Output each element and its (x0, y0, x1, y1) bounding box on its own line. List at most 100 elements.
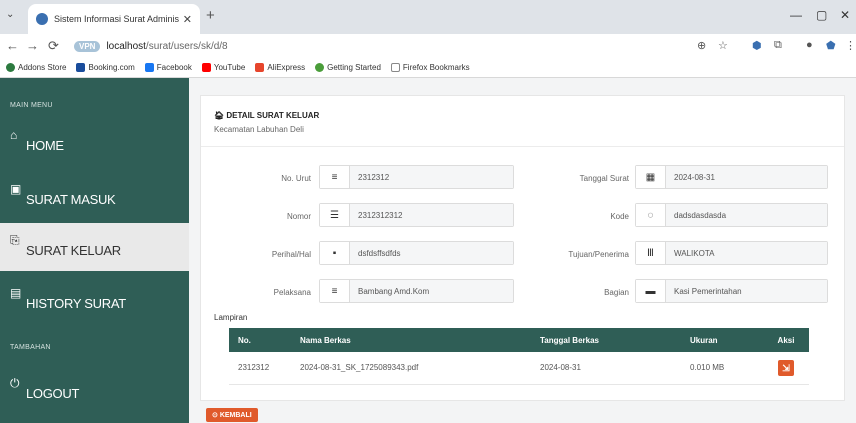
cell-aksi: ⇲ (763, 352, 809, 385)
bookmark-booking[interactable]: Booking.com (76, 63, 135, 72)
pelaksana-label: Pelaksana (273, 288, 311, 297)
bagian-value: Kasi Pemerintahan (666, 280, 827, 302)
bookmark-youtube[interactable]: YouTube (201, 63, 246, 72)
open-pdf-icon[interactable]: ⇲ (778, 359, 794, 376)
kembali-label: KEMBALI (219, 412, 252, 419)
bookmark-firefox-bookmarks[interactable]: Firefox Bookmarks (390, 63, 470, 72)
tab-title: Sistem Informasi Surat Adminis (54, 14, 179, 24)
sidebar-item-history-surat[interactable]: ▤ HISTORY SURAT (0, 276, 189, 324)
list-icon: ☰ (320, 204, 350, 226)
folder-icon: ▬ (636, 280, 666, 302)
bookmark-label: Firefox Bookmarks (402, 63, 470, 72)
nomor-value: 2312312312 (350, 204, 513, 226)
save-icon: ▪ (320, 242, 350, 264)
calendar-icon: ▦ (636, 166, 666, 188)
home-icon: 🏠︎ (214, 111, 227, 120)
bookmark-star-icon[interactable]: ☆ (718, 39, 728, 52)
tujuan-field[interactable]: Ⅲ WALIKOTA (635, 241, 828, 265)
sidebar-item-label: HOME (26, 138, 64, 153)
perihal-label: Perihal/Hal (271, 250, 311, 259)
attachments-table: No. Nama Berkas Tanggal Berkas Ukuran Ak… (229, 328, 809, 385)
bagian-field[interactable]: ▬ Kasi Pemerintahan (635, 279, 828, 303)
sidebar-item-label: SURAT MASUK (26, 192, 116, 207)
forward-icon[interactable]: → (26, 38, 39, 53)
sidebar-item-label: SURAT KELUAR (26, 243, 121, 258)
site-favicon-icon (36, 13, 48, 25)
new-tab-icon[interactable]: + (206, 7, 215, 24)
minimize-icon[interactable]: — (790, 8, 802, 22)
bookmark-aliexpress[interactable]: AliExpress (255, 63, 305, 72)
perihal-field[interactable]: ▪ dsfdsffsdfds (319, 241, 514, 265)
address-bar[interactable]: VPN localhost /surat/users/sk/d/8 (74, 36, 714, 56)
page-title-text: DETAIL SURAT KELUAR (226, 111, 320, 120)
perihal-value: dsfdsffsdfds (350, 242, 513, 264)
tujuan-label: Tujuan/Penerima (568, 250, 629, 259)
maximize-icon[interactable]: ▢ (816, 8, 827, 22)
page-title: 🏠︎ DETAIL SURAT KELUAR (214, 111, 319, 120)
facebook-icon (144, 63, 154, 72)
bookmark-addons-store[interactable]: Addons Store (6, 63, 66, 72)
profile-icon[interactable]: ● (806, 39, 813, 51)
page-subtitle: Kecamatan Labuhan Deli (214, 125, 304, 134)
vpn-badge[interactable]: VPN (74, 40, 101, 52)
extra-menu-heading: TAMBAHAN (10, 344, 51, 351)
aliexpress-icon (255, 63, 265, 72)
bookmark-label: Getting Started (327, 63, 381, 72)
cell-nama-berkas: 2024-08-31_SK_1725089343.pdf (291, 352, 531, 385)
cell-no: 2312312 (229, 352, 291, 385)
lampiran-heading: Lampiran (214, 313, 248, 322)
security-extension-icon[interactable]: ⬟ (826, 39, 836, 52)
zoom-icon[interactable]: ⊕ (697, 39, 706, 52)
cell-tanggal-berkas: 2024-08-31 (531, 352, 681, 385)
close-tab-icon[interactable]: ✕ (183, 13, 192, 26)
column-header-ukuran: Ukuran (681, 328, 763, 352)
youtube-icon (201, 63, 211, 72)
sidebar-item-surat-masuk[interactable]: ▣ SURAT MASUK (0, 172, 189, 220)
tanggal-label: Tanggal Surat (579, 174, 629, 183)
database-icon: ≡ (320, 166, 350, 188)
nomor-field[interactable]: ☰ 2312312312 (319, 203, 514, 227)
close-window-icon[interactable]: ✕ (840, 8, 850, 22)
home-icon: ⌂ (10, 128, 18, 142)
inbox-icon: ▣ (10, 182, 22, 196)
bookmark-label: Booking.com (88, 63, 135, 72)
pelaksana-field[interactable]: ≡ Bambang Amd.Kom (319, 279, 514, 303)
back-circle-icon: ⊙ (212, 412, 220, 419)
sidebar-item-surat-keluar[interactable]: ⎘ SURAT KELUAR (0, 223, 189, 271)
sidebar-item-logout[interactable]: ⏻ LOGOUT (0, 366, 189, 414)
column-header-aksi: Aksi (763, 328, 809, 352)
extensions-icon[interactable]: ⧉ (774, 39, 782, 52)
tanggal-value: 2024-08-31 (666, 166, 827, 188)
bookmark-label: YouTube (213, 63, 246, 72)
folder-icon (390, 63, 400, 72)
back-icon[interactable]: ← (6, 38, 19, 53)
institution-icon: Ⅲ (636, 242, 666, 264)
firefox-icon (315, 63, 325, 72)
spinner-icon: ◌ (636, 204, 666, 226)
menu-icon[interactable]: ⋮ (845, 39, 856, 52)
sidebar-item-label: HISTORY SURAT (26, 296, 126, 311)
booking-icon (76, 63, 86, 72)
card-header: 🏠︎ DETAIL SURAT KELUAR Kecamatan Labuhan… (201, 96, 844, 147)
shield-extension-icon[interactable]: ⬢ (752, 39, 762, 52)
bookmark-getting-started[interactable]: Getting Started (315, 63, 381, 72)
kembali-button[interactable]: ⊙ KEMBALI (206, 408, 258, 422)
tab-list-icon[interactable]: ⌄ (6, 9, 14, 20)
reload-icon[interactable]: ⟳ (48, 38, 59, 54)
power-icon: ⏻ (10, 376, 20, 390)
sidebar-item-home[interactable]: ⌂ HOME (0, 118, 189, 166)
main-content: 🏠︎ DETAIL SURAT KELUAR Kecamatan Labuhan… (189, 78, 856, 423)
no-urut-label: No. Urut (281, 174, 311, 183)
nomor-label: Nomor (286, 212, 311, 221)
detail-card: 🏠︎ DETAIL SURAT KELUAR Kecamatan Labuhan… (200, 95, 845, 401)
no-urut-value: 2312312 (350, 166, 513, 188)
kode-field[interactable]: ◌ dadsdasdasda (635, 203, 828, 227)
kode-value: dadsdasdasda (666, 204, 827, 226)
tanggal-field[interactable]: ▦ 2024-08-31 (635, 165, 828, 189)
kode-label: Kode (610, 212, 629, 221)
no-urut-field[interactable]: ≡ 2312312 (319, 165, 514, 189)
sidebar-item-label: LOGOUT (26, 386, 80, 401)
browser-tab[interactable]: Sistem Informasi Surat Adminis ✕ (28, 4, 200, 34)
bookmark-facebook[interactable]: Facebook (144, 63, 192, 72)
pelaksana-value: Bambang Amd.Kom (350, 280, 513, 302)
